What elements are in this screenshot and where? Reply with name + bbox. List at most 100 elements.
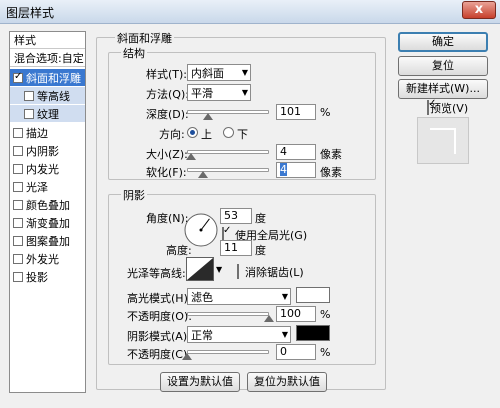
technique-select[interactable]: 平滑 ▼ (187, 84, 251, 101)
highlight-opacity-slider-thumb[interactable] (264, 315, 274, 322)
size-unit: 像素 (320, 148, 342, 161)
checkbox-icon[interactable] (13, 235, 23, 246)
depth-unit: % (320, 106, 331, 119)
style-select-value: 内斜面 (191, 66, 224, 80)
preview-label: 预览(V) (430, 102, 469, 115)
highlight-mode-select[interactable]: 滤色 ▼ (187, 288, 291, 305)
style-item-drop-shadow[interactable]: 投影 (10, 268, 85, 285)
technique-label: 方法(Q): (146, 88, 189, 101)
direction-up-radio[interactable] (187, 127, 198, 138)
depth-input[interactable]: 101 (276, 104, 316, 120)
soften-slider-thumb[interactable] (198, 171, 209, 178)
altitude-unit: 度 (255, 244, 266, 257)
shadow-mode-value: 正常 (191, 328, 213, 342)
preview-checkbox[interactable] (427, 100, 429, 115)
checkbox-icon[interactable] (13, 199, 23, 210)
technique-select-value: 平滑 (191, 86, 213, 100)
highlight-opacity-label: 不透明度(O): (127, 310, 192, 323)
size-slider-track[interactable] (187, 150, 269, 154)
direction-down-label: 下 (237, 128, 248, 141)
style-item-label: 外发光 (26, 252, 59, 266)
shadow-mode-select[interactable]: 正常 ▼ (187, 326, 291, 343)
chevron-down-icon: ▼ (241, 88, 248, 97)
angle-unit: 度 (255, 212, 266, 225)
depth-slider-track[interactable] (187, 110, 269, 114)
reset-button[interactable]: 复位 (398, 56, 488, 76)
checkbox-icon[interactable] (13, 127, 23, 138)
style-item-pattern-overlay[interactable]: 图案叠加 (10, 232, 85, 249)
chevron-down-icon: ▼ (281, 292, 288, 301)
direction-down-radio[interactable] (223, 127, 234, 138)
altitude-label: 高度: (166, 244, 192, 257)
blend-options-item[interactable]: 混合选项:自定 (10, 50, 85, 67)
new-style-button[interactable]: 新建样式(W)... (398, 79, 488, 99)
bevel-emboss-title: 斜面和浮雕 (115, 30, 174, 46)
shading-title: 阴影 (121, 187, 147, 203)
style-item-label: 斜面和浮雕 (26, 71, 81, 85)
style-item-outer-glow[interactable]: 外发光 (10, 250, 85, 267)
altitude-input[interactable]: 11 (220, 240, 252, 256)
style-list: 样式 混合选项:自定 斜面和浮雕 等高线 纹理 描边 内阴影 内发光 光泽 颜色… (9, 31, 86, 393)
highlight-color-swatch[interactable] (296, 287, 330, 303)
style-item-label: 内发光 (26, 162, 59, 176)
antialias-label: 消除锯齿(L) (245, 266, 304, 279)
style-item-stroke[interactable]: 描边 (10, 124, 85, 141)
chevron-down-icon: ▼ (281, 330, 288, 339)
style-item-gradient-overlay[interactable]: 渐变叠加 (10, 214, 85, 231)
style-item-label: 光泽 (26, 180, 48, 194)
checkbox-icon[interactable] (13, 271, 23, 282)
close-button[interactable]: x (462, 1, 496, 19)
style-item-label: 纹理 (37, 107, 59, 121)
style-item-contour[interactable]: 等高线 (10, 87, 85, 104)
preview-shape (430, 128, 456, 154)
style-item-bevel[interactable]: 斜面和浮雕 (10, 69, 85, 86)
shadow-opacity-slider-thumb[interactable] (182, 353, 192, 360)
style-item-label: 等高线 (37, 89, 70, 103)
ok-button[interactable]: 确定 (398, 32, 488, 52)
reset-default-button[interactable]: 复位为默认值 (247, 372, 327, 392)
style-preview (417, 117, 469, 164)
checkbox-icon[interactable] (24, 90, 34, 101)
size-slider-thumb[interactable] (186, 153, 197, 160)
soften-unit: 像素 (320, 166, 342, 179)
gloss-contour-label: 光泽等高线: (127, 267, 186, 280)
size-input[interactable]: 4 (276, 144, 316, 160)
checkbox-icon[interactable] (13, 217, 23, 228)
shadow-color-swatch[interactable] (296, 325, 330, 341)
gloss-contour-preview[interactable] (186, 257, 214, 281)
chevron-down-icon[interactable]: ▼ (216, 265, 222, 274)
style-list-header: 样式 (10, 32, 85, 49)
depth-slider-thumb[interactable] (202, 113, 213, 120)
highlight-opacity-slider-track[interactable] (187, 312, 269, 316)
highlight-opacity-input[interactable]: 100 (276, 306, 316, 322)
checkbox-icon[interactable] (13, 253, 23, 264)
checkbox-icon[interactable] (24, 108, 34, 119)
shadow-mode-label: 阴影模式(A): (127, 330, 191, 343)
shadow-opacity-slider-track[interactable] (187, 350, 269, 354)
direction-label: 方向: (159, 128, 185, 141)
title-bar: 图层样式 x (0, 0, 500, 24)
angle-input[interactable]: 53 (220, 208, 252, 224)
contour-curve-icon (187, 258, 213, 280)
checkbox-icon[interactable] (13, 181, 23, 192)
style-item-color-overlay[interactable]: 颜色叠加 (10, 196, 85, 213)
soften-input[interactable]: 4 (276, 162, 316, 178)
checkbox-icon[interactable] (13, 71, 23, 83)
checkbox-icon[interactable] (13, 145, 23, 156)
checkbox-icon[interactable] (13, 163, 23, 174)
soften-label: 软化(F): (146, 166, 187, 179)
style-item-inner-shadow[interactable]: 内阴影 (10, 142, 85, 159)
style-item-satin[interactable]: 光泽 (10, 178, 85, 195)
make-default-button[interactable]: 设置为默认值 (160, 372, 240, 392)
shadow-opacity-input[interactable]: 0 (276, 344, 316, 360)
style-item-inner-glow[interactable]: 内发光 (10, 160, 85, 177)
style-item-texture[interactable]: 纹理 (10, 105, 85, 122)
highlight-mode-label: 高光模式(H): (127, 292, 192, 305)
style-item-label: 描边 (26, 126, 48, 140)
style-item-label: 投影 (26, 270, 48, 284)
style-item-label: 内阴影 (26, 144, 59, 158)
style-select[interactable]: 内斜面 ▼ (187, 64, 251, 81)
antialias-checkbox[interactable] (237, 264, 239, 279)
style-label: 样式(T): (146, 68, 188, 81)
window-title: 图层样式 (6, 6, 55, 20)
